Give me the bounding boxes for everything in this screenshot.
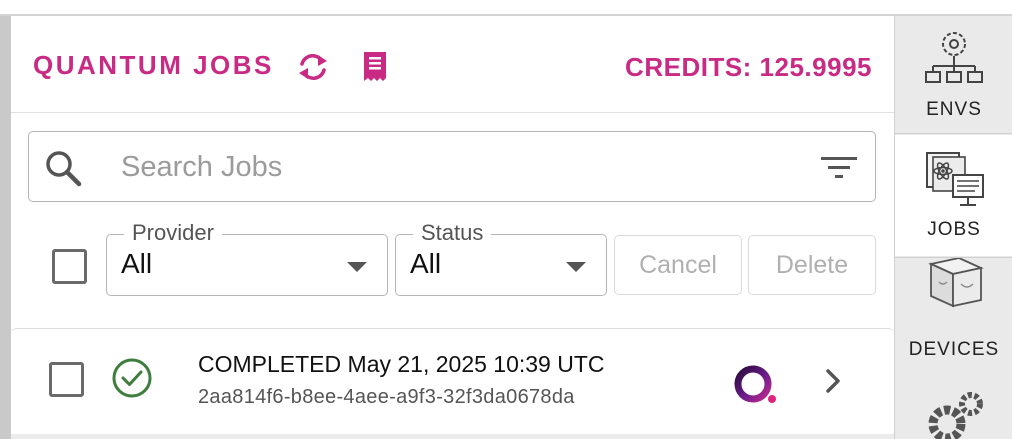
search-box bbox=[28, 131, 876, 202]
right-sidebar: ENVS JOBS DEVICES bbox=[894, 16, 1012, 439]
sidebar-item-devices[interactable]: DEVICES bbox=[895, 257, 1012, 377]
refresh-icon[interactable] bbox=[297, 52, 329, 82]
credits-balance: CREDITS: 125.9995 bbox=[625, 52, 872, 82]
job-id: 2aa814f6-b8ee-4aee-a9f3-32f3da0678da bbox=[198, 386, 575, 408]
filter-icon[interactable] bbox=[819, 154, 859, 182]
sidebar-item-label: DEVICES bbox=[908, 339, 1000, 360]
status-select-value: All bbox=[410, 248, 442, 279]
provider-select-label: Provider bbox=[124, 220, 222, 246]
caret-down-icon bbox=[347, 262, 367, 272]
job-summary: COMPLETED May 21, 2025 10:39 UTC bbox=[198, 351, 605, 378]
chevron-right-icon[interactable] bbox=[819, 365, 847, 397]
provider-select-value: All bbox=[121, 248, 153, 279]
search-icon bbox=[46, 151, 82, 187]
search-input[interactable] bbox=[121, 145, 801, 189]
sidebar-item-envs[interactable]: ENVS bbox=[895, 16, 1012, 134]
sidebar-item-settings[interactable] bbox=[895, 378, 1012, 439]
jobs-panel: QUANTUM JOBS CREDITS: 125.9995 Prov bbox=[11, 16, 894, 439]
status-select-label: Status bbox=[413, 220, 492, 246]
cancel-button[interactable]: Cancel bbox=[614, 235, 742, 295]
job-datetime: May 21, 2025 10:39 UTC bbox=[347, 351, 605, 377]
check-circle-icon bbox=[112, 358, 152, 398]
provider-logo bbox=[734, 365, 776, 403]
sidebar-item-label: ENVS bbox=[926, 99, 982, 120]
job-status: COMPLETED bbox=[198, 351, 342, 377]
status-select[interactable]: Status All bbox=[395, 220, 607, 296]
row-divider bbox=[11, 434, 894, 439]
receipt-icon[interactable] bbox=[360, 50, 390, 82]
caret-down-icon bbox=[566, 262, 586, 272]
sidebar-item-label: JOBS bbox=[927, 219, 981, 240]
job-checkbox[interactable] bbox=[49, 362, 84, 397]
sidebar-item-jobs[interactable]: JOBS bbox=[895, 135, 1012, 256]
left-rail bbox=[0, 16, 11, 439]
jobs-icon bbox=[926, 152, 984, 206]
devices-icon bbox=[928, 258, 984, 308]
environments-icon bbox=[925, 32, 983, 83]
settings-icon bbox=[928, 392, 983, 439]
job-row[interactable]: COMPLETED May 21, 2025 10:39 UTC 2aa814f… bbox=[11, 328, 894, 439]
panel-header: QUANTUM JOBS CREDITS: 125.9995 bbox=[11, 16, 894, 113]
delete-button[interactable]: Delete bbox=[748, 235, 876, 295]
provider-select[interactable]: Provider All bbox=[106, 220, 388, 296]
select-all-checkbox[interactable] bbox=[52, 249, 87, 284]
page-title: QUANTUM JOBS bbox=[33, 50, 274, 80]
